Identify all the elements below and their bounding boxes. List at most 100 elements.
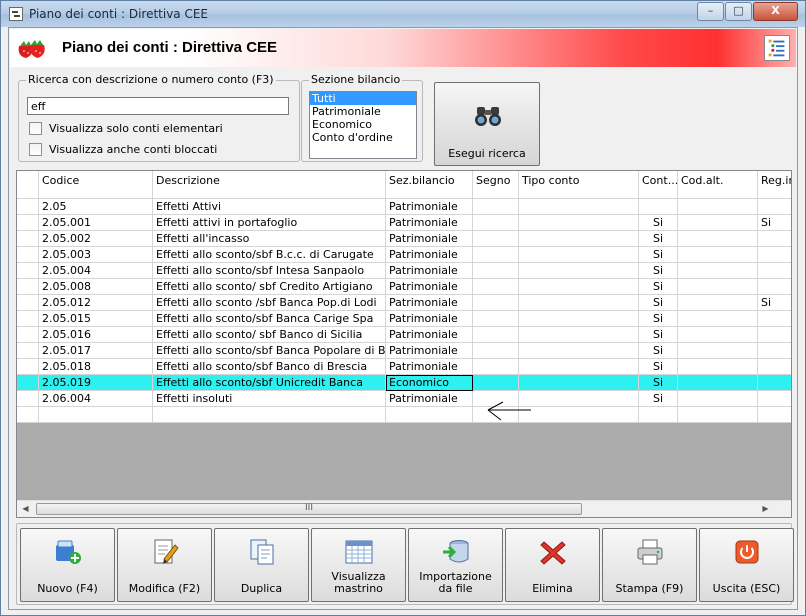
print-button[interactable]: Stampa (F9) — [602, 528, 697, 602]
row-selector[interactable] — [17, 327, 39, 343]
table-cell[interactable]: Effetti insoluti — [153, 391, 386, 407]
table-cell[interactable] — [473, 199, 519, 215]
table-cell[interactable]: Patrimoniale — [386, 215, 473, 231]
table-cell[interactable] — [758, 247, 791, 263]
table-cell[interactable] — [758, 231, 791, 247]
table-cell[interactable] — [678, 343, 758, 359]
table-cell[interactable] — [519, 359, 639, 375]
table-cell[interactable] — [473, 295, 519, 311]
search-button[interactable]: Esegui ricerca — [434, 82, 540, 166]
table-row[interactable]: 2.05.016 Effetti allo sconto/ sbf Banco d… — [17, 327, 791, 343]
table-cell[interactable]: Effetti allo sconto/sbf Banca Popolare d… — [153, 343, 386, 359]
table-cell[interactable] — [473, 359, 519, 375]
table-cell[interactable] — [519, 343, 639, 359]
table-cell[interactable] — [678, 327, 758, 343]
new-button[interactable]: Nuovo (F4) — [20, 528, 115, 602]
row-selector[interactable] — [17, 199, 39, 215]
table-cell[interactable] — [519, 407, 639, 423]
table-cell[interactable]: Si — [758, 215, 791, 231]
scroll-thumb[interactable]: III — [36, 503, 582, 515]
table-row[interactable]: 2.05.012 Effetti allo sconto /sbf Banca P… — [17, 295, 791, 311]
table-cell[interactable]: Effetti allo sconto/sbf Intesa Sanpaolo — [153, 263, 386, 279]
table-cell[interactable] — [473, 343, 519, 359]
close-button[interactable]: X — [753, 2, 798, 21]
table-cell[interactable]: 2.05.018 — [39, 359, 153, 375]
table-cell[interactable] — [758, 279, 791, 295]
ledger-button[interactable]: Visualizza mastrino — [311, 528, 406, 602]
column-header[interactable]: Cod.alt. — [678, 171, 758, 199]
table-row[interactable] — [17, 407, 791, 423]
row-selector[interactable] — [17, 391, 39, 407]
table-cell[interactable]: Economico — [386, 375, 473, 391]
table-row[interactable]: 2.05.004 Effetti allo sconto/sbf Intesa S… — [17, 263, 791, 279]
table-cell[interactable] — [678, 215, 758, 231]
table-cell[interactable] — [678, 279, 758, 295]
table-cell[interactable] — [519, 263, 639, 279]
section-listbox[interactable]: Tutti Patrimoniale Economico Conto d'ord… — [309, 91, 417, 159]
table-cell[interactable] — [678, 375, 758, 391]
table-cell[interactable] — [473, 311, 519, 327]
table-cell[interactable]: Patrimoniale — [386, 359, 473, 375]
table-cell[interactable]: Effetti Attivi — [153, 199, 386, 215]
accounts-grid[interactable]: Codice Descrizione Sez.bilancio Segno Tipo c… — [16, 170, 792, 518]
section-option-economico[interactable]: Economico — [310, 118, 416, 131]
show-blocked-checkbox-box[interactable] — [29, 143, 42, 156]
table-cell[interactable] — [639, 199, 678, 215]
table-cell[interactable]: Patrimoniale — [386, 391, 473, 407]
table-cell[interactable] — [758, 375, 791, 391]
table-cell[interactable] — [678, 263, 758, 279]
table-cell[interactable]: Effetti attivi in portafoglio — [153, 215, 386, 231]
table-row[interactable]: 2.05.008 Effetti allo sconto/ sbf Credito… — [17, 279, 791, 295]
row-selector[interactable] — [17, 311, 39, 327]
table-cell[interactable]: 2.05.003 — [39, 247, 153, 263]
tree-list-icon[interactable] — [764, 35, 790, 61]
table-cell[interactable]: Si — [639, 327, 678, 343]
table-cell[interactable]: 2.05.001 — [39, 215, 153, 231]
column-header[interactable]: Tipo conto — [519, 171, 639, 199]
table-cell[interactable] — [473, 231, 519, 247]
column-header[interactable]: Reg.ir — [758, 171, 791, 199]
column-header[interactable]: Segno — [473, 171, 519, 199]
table-cell[interactable] — [678, 391, 758, 407]
table-cell[interactable] — [758, 359, 791, 375]
table-cell[interactable] — [758, 407, 791, 423]
table-cell[interactable] — [519, 231, 639, 247]
table-cell[interactable]: Si — [639, 263, 678, 279]
section-option-tutti[interactable]: Tutti — [310, 92, 416, 105]
row-selector[interactable] — [17, 279, 39, 295]
only-elementary-checkbox-box[interactable] — [29, 122, 42, 135]
table-cell[interactable] — [519, 311, 639, 327]
row-selector[interactable] — [17, 375, 39, 391]
table-cell[interactable]: Si — [639, 343, 678, 359]
table-cell[interactable]: Patrimoniale — [386, 279, 473, 295]
section-option-conto-ordine[interactable]: Conto d'ordine — [310, 131, 416, 144]
table-cell[interactable]: 2.05.019 — [39, 375, 153, 391]
table-cell[interactable] — [473, 279, 519, 295]
row-selector[interactable] — [17, 295, 39, 311]
scroll-left-arrow-icon[interactable]: ◀ — [17, 501, 34, 517]
edit-button[interactable]: Modifica (F2) — [117, 528, 212, 602]
row-selector[interactable] — [17, 231, 39, 247]
table-cell[interactable] — [519, 215, 639, 231]
column-header[interactable]: Codice — [39, 171, 153, 199]
table-row[interactable]: 2.06.004 Effetti insoluti Patrimoniale Si — [17, 391, 791, 407]
table-cell[interactable]: 2.05 — [39, 199, 153, 215]
table-cell[interactable] — [473, 247, 519, 263]
table-cell[interactable] — [678, 359, 758, 375]
scroll-right-arrow-icon[interactable]: ▶ — [757, 501, 774, 517]
table-row[interactable]: 2.05.015 Effetti allo sconto/sbf Banca Ca… — [17, 311, 791, 327]
table-cell[interactable]: Si — [639, 391, 678, 407]
table-cell[interactable]: Si — [639, 247, 678, 263]
table-cell[interactable]: Si — [639, 311, 678, 327]
column-header[interactable]: Cont... — [639, 171, 678, 199]
table-cell[interactable]: 2.05.012 — [39, 295, 153, 311]
table-cell[interactable] — [758, 327, 791, 343]
table-cell[interactable] — [639, 407, 678, 423]
table-row[interactable]: 2.05.019 Effetti allo sconto/sbf Unicredi… — [17, 375, 791, 391]
table-cell[interactable] — [758, 343, 791, 359]
table-cell[interactable] — [39, 407, 153, 423]
table-cell[interactable] — [758, 199, 791, 215]
table-row[interactable]: 2.05.018 Effetti allo sconto/sbf Banco di… — [17, 359, 791, 375]
table-cell[interactable]: 2.05.015 — [39, 311, 153, 327]
table-cell[interactable] — [678, 407, 758, 423]
